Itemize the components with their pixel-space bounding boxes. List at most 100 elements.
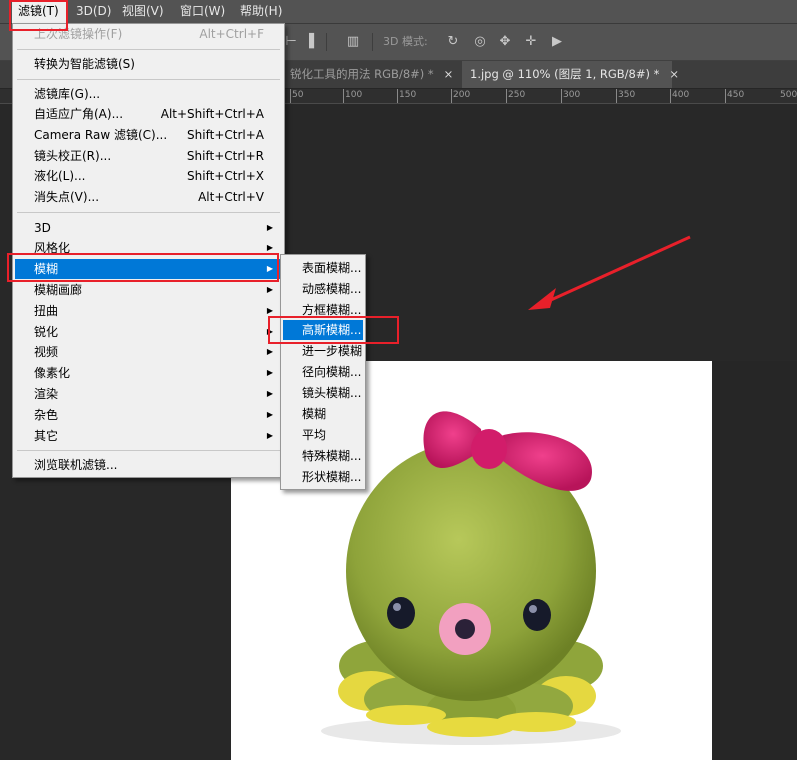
submenu-arrow-icon: ▶ xyxy=(266,285,273,294)
menu-item-noise[interactable]: 杂色 ▶ xyxy=(15,405,282,425)
menu-item-render[interactable]: 渲染 ▶ xyxy=(15,384,282,404)
menu-item-smart-filter[interactable]: 转换为智能滤镜(S) xyxy=(15,54,282,74)
tab-label: 1.jpg @ 110% (图层 1, RGB/8#) * xyxy=(470,67,660,81)
menu-item-shortcut: Shift+Ctrl+R xyxy=(186,149,264,163)
slide-3d-icon[interactable]: ✛ xyxy=(522,33,540,51)
submenu-item-average[interactable]: 平均 xyxy=(283,425,363,445)
submenu-item-lens-blur[interactable]: 镜头模糊... xyxy=(283,383,363,403)
menu-item-filter-gallery[interactable]: 滤镜库(G)... xyxy=(15,84,282,104)
menu-item-label: 其它 xyxy=(34,429,59,443)
menu-item-label: 消失点(V)... xyxy=(34,190,100,204)
ruler-label: 250 xyxy=(508,90,526,100)
submenu-item-smart-blur[interactable]: 特殊模糊... xyxy=(283,446,363,466)
3d-mode-label: 3D 模式: xyxy=(383,35,428,48)
submenu-arrow-icon: ▶ xyxy=(266,410,273,419)
ruler-label: 450 xyxy=(727,90,745,100)
canvas-pasteboard xyxy=(712,361,797,760)
ruler-label: 500 xyxy=(780,90,797,100)
ruler-label: 300 xyxy=(563,90,581,100)
menu-item-sharpen[interactable]: 锐化 ▶ xyxy=(15,322,282,342)
ruler-tick xyxy=(343,89,344,103)
ruler-label: 350 xyxy=(618,90,636,100)
options-divider xyxy=(372,33,373,51)
annotation-box-blur-item xyxy=(7,253,279,282)
menu-bar: 滤镜(T) 3D(D) 视图(V) 窗口(W) 帮助(H) xyxy=(0,0,797,24)
menu-item-distort[interactable]: 扭曲 ▶ xyxy=(15,301,282,321)
menu-item-label: 镜头校正(R)... xyxy=(34,149,112,163)
menu-item-label: 杂色 xyxy=(34,408,59,422)
menu-item-other[interactable]: 其它 ▶ xyxy=(15,426,282,446)
menu-item-adaptive-wide-angle[interactable]: 自适应广角(A)... Alt+Shift+Ctrl+A xyxy=(15,104,282,124)
submenu-arrow-icon: ▶ xyxy=(266,389,273,398)
submenu-arrow-icon: ▶ xyxy=(266,431,273,440)
menu-separator xyxy=(17,49,280,50)
close-icon[interactable]: × xyxy=(669,67,679,81)
menu-item-label: 3D xyxy=(34,221,51,235)
scale-3d-icon[interactable]: ▶ xyxy=(548,33,566,51)
menu-item-shortcut: Shift+Ctrl+X xyxy=(187,169,264,183)
filter-menu: 上次滤镜操作(F) Alt+Ctrl+F 转换为智能滤镜(S) 滤镜库(G)..… xyxy=(12,23,285,478)
tab-1jpg[interactable]: 1.jpg @ 110% (图层 1, RGB/8#) * × xyxy=(462,61,679,88)
menu-item-lens-correction[interactable]: 镜头校正(R)... Shift+Ctrl+R xyxy=(15,146,282,166)
menu-item-blur-gallery[interactable]: 模糊画廊 ▶ xyxy=(15,280,282,300)
annotation-box-filter-menu xyxy=(9,0,68,31)
menu-item-label: 转换为智能滤镜(S) xyxy=(34,57,135,71)
ruler-tick xyxy=(506,89,507,103)
distribute-icon[interactable]: ▐ xyxy=(300,33,318,51)
menu-item-label: Camera Raw 滤镜(C)... xyxy=(34,128,168,142)
ruler-tick xyxy=(290,89,291,103)
submenu-item-motion-blur[interactable]: 动感模糊... xyxy=(283,279,363,299)
tab-sharpen-tool-doc[interactable]: 锐化工具的用法 RGB/8#) * × xyxy=(282,61,462,88)
submenu-arrow-icon: ▶ xyxy=(266,223,273,232)
menu-item-video[interactable]: 视频 ▶ xyxy=(15,342,282,362)
menu-item-3d[interactable]: 3D ▶ xyxy=(15,218,282,238)
submenu-item-radial-blur[interactable]: 径向模糊... xyxy=(283,362,363,382)
menu-item-label: 视频 xyxy=(34,345,59,359)
ruler-tick xyxy=(616,89,617,103)
annotation-box-gaussian-blur xyxy=(268,316,399,344)
menu-item-label: 液化(L)... xyxy=(34,169,86,183)
submenu-item-shape-blur[interactable]: 形状模糊... xyxy=(283,467,363,487)
menu-separator xyxy=(17,79,280,80)
arrange-icon[interactable]: ▥ xyxy=(344,33,362,51)
menu-item-label: 渲染 xyxy=(34,387,59,401)
menu-item-label: 锐化 xyxy=(34,325,59,339)
menu-item-liquify[interactable]: 液化(L)... Shift+Ctrl+X xyxy=(15,166,282,186)
annotation-arrow xyxy=(528,235,691,310)
roll-3d-icon[interactable]: ◎ xyxy=(471,33,489,51)
submenu-arrow-icon: ▶ xyxy=(266,368,273,377)
orbit-3d-icon[interactable]: ↻ xyxy=(444,33,462,51)
submenu-arrow-icon: ▶ xyxy=(266,347,273,356)
menu-separator xyxy=(17,450,280,451)
ruler-tick xyxy=(725,89,726,103)
menu-item-camera-raw[interactable]: Camera Raw 滤镜(C)... Shift+Ctrl+A xyxy=(15,125,282,145)
ruler-label: 400 xyxy=(672,90,690,100)
menu-view[interactable]: 视图(V) xyxy=(116,0,170,23)
ruler-tick xyxy=(561,89,562,103)
menu-item-label: 像素化 xyxy=(34,366,71,380)
menu-item-label: 自适应广角(A)... xyxy=(34,107,124,121)
menu-item-pixelate[interactable]: 像素化 ▶ xyxy=(15,363,282,383)
close-icon[interactable]: × xyxy=(444,67,454,81)
menu-item-label: 扭曲 xyxy=(34,304,59,318)
menu-3d[interactable]: 3D(D) xyxy=(70,0,117,23)
pan-3d-icon[interactable]: ✥ xyxy=(496,33,514,51)
ruler-tick xyxy=(670,89,671,103)
submenu-item-blur-more[interactable]: 进一步模糊 xyxy=(283,341,363,361)
options-divider xyxy=(326,33,327,51)
submenu-item-surface-blur[interactable]: 表面模糊... xyxy=(283,258,363,278)
menu-item-shortcut: Alt+Ctrl+V xyxy=(198,190,264,204)
submenu-item-blur[interactable]: 模糊 xyxy=(283,404,363,424)
ruler-label: 200 xyxy=(453,90,471,100)
menu-item-shortcut: Shift+Ctrl+A xyxy=(187,128,264,142)
ruler-label: 100 xyxy=(345,90,363,100)
ruler-label: 150 xyxy=(399,90,417,100)
menu-item-vanishing-point[interactable]: 消失点(V)... Alt+Ctrl+V xyxy=(15,187,282,207)
menu-item-label: 滤镜库(G)... xyxy=(34,87,101,101)
menu-window[interactable]: 窗口(W) xyxy=(174,0,231,23)
menu-item-label: 模糊画廊 xyxy=(34,283,83,297)
ruler-label: 50 xyxy=(292,90,304,100)
menu-help[interactable]: 帮助(H) xyxy=(234,0,288,23)
menu-item-browse-online-filters[interactable]: 浏览联机滤镜... xyxy=(15,455,282,475)
ruler-tick xyxy=(451,89,452,103)
